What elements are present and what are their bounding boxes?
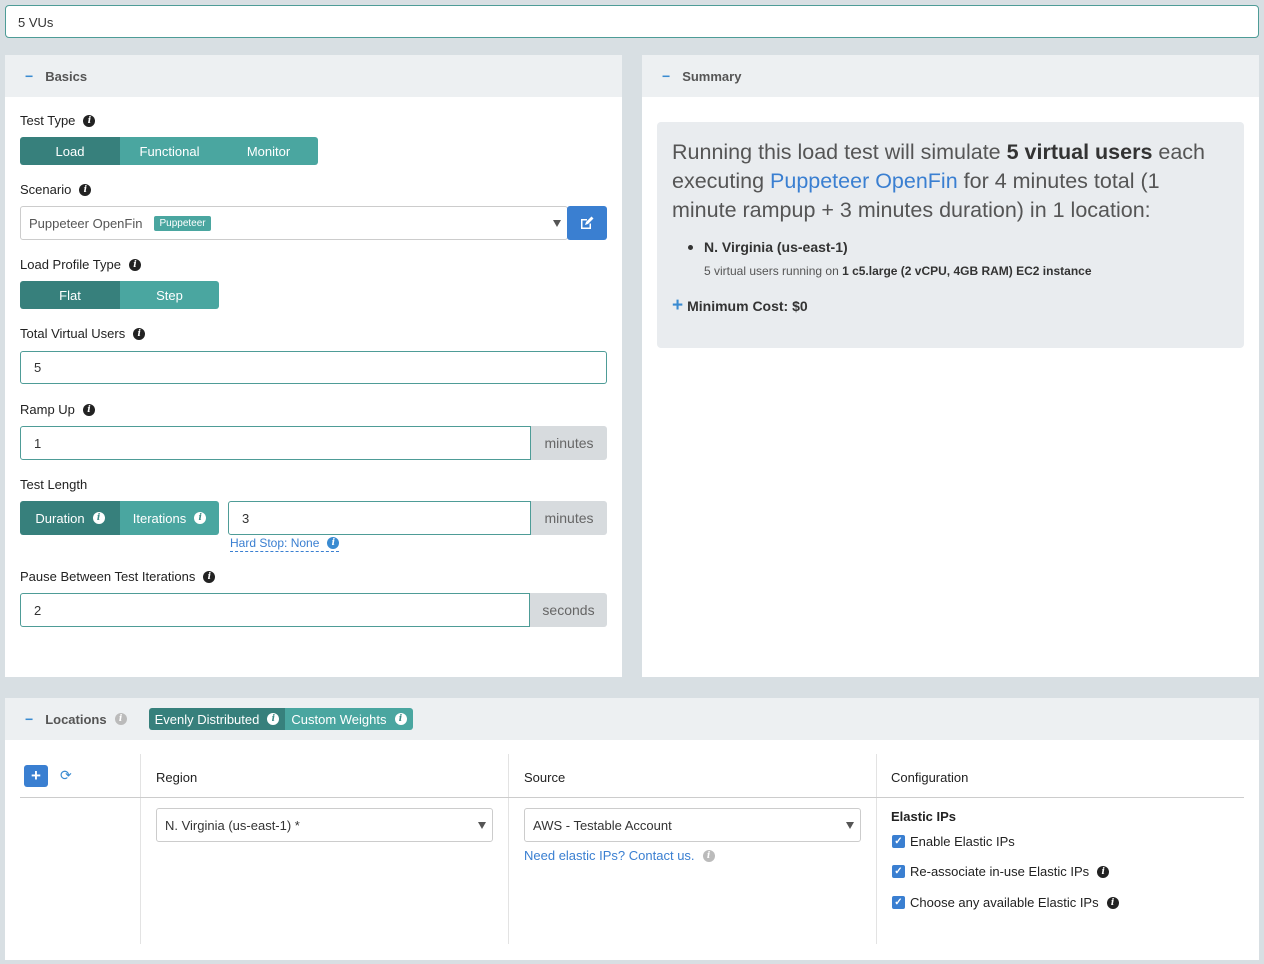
custom-weights-option[interactable]: Custom Weights i <box>285 708 413 730</box>
test-length-input[interactable]: 3 <box>228 501 531 535</box>
column-divider <box>876 754 877 944</box>
source-column-header: Source <box>524 770 566 785</box>
pause-label: Pause Between Test Iterations i <box>20 569 216 584</box>
info-icon[interactable]: i <box>82 403 95 416</box>
column-divider <box>140 754 141 944</box>
locations-panel: − Locations i Evenly Distributed i Custom… <box>5 698 1259 960</box>
scenario-select[interactable]: Puppeteer OpenFin Puppeteer <box>20 206 568 240</box>
source-select[interactable]: AWS - Testable Account <box>524 808 861 842</box>
locations-title: Locations <box>45 711 107 727</box>
refresh-icon[interactable]: ⟳ <box>60 767 72 784</box>
evenly-distributed-option[interactable]: Evenly Distributed i <box>148 708 286 730</box>
summary-header[interactable]: − Summary <box>642 55 1259 97</box>
test-type-selector: Load Functional Monitor <box>20 137 318 165</box>
test-length-label: Test Length <box>20 477 88 492</box>
edit-scenario-button[interactable] <box>567 206 607 240</box>
pause-input[interactable]: 2 <box>20 593 530 627</box>
info-icon[interactable]: i <box>1106 896 1119 909</box>
info-icon[interactable]: i <box>1097 865 1110 878</box>
info-icon[interactable]: i <box>83 114 96 127</box>
elastic-ips-title: Elastic IPs <box>891 809 957 824</box>
distribution-selector: Evenly Distributed i Custom Weights i <box>148 708 413 730</box>
info-icon[interactable]: i <box>702 849 715 862</box>
load-profile-label: Load Profile Type i <box>20 257 141 272</box>
test-length-selector: Duration i Iterations i <box>20 501 219 535</box>
summary-title: Summary <box>682 68 742 84</box>
choose-elastic-ips-checkbox[interactable]: ✓ Choose any available Elastic IPs i <box>892 895 1119 910</box>
test-name-input[interactable]: 5 VUs <box>5 5 1259 38</box>
checkbox-checked-icon[interactable]: ✓ <box>892 896 905 909</box>
info-icon[interactable]: i <box>128 258 141 271</box>
info-icon[interactable]: i <box>203 570 216 583</box>
column-divider <box>508 754 509 944</box>
collapse-icon[interactable]: − <box>662 68 670 84</box>
basics-panel: − Basics Test Type i Load Functional Moni… <box>5 55 622 677</box>
info-icon[interactable]: i <box>79 183 92 196</box>
add-location-button[interactable]: + <box>24 765 48 787</box>
info-icon[interactable]: i <box>133 327 146 340</box>
summary-panel: − Summary Running this load test will si… <box>642 55 1259 677</box>
plus-icon: + <box>672 295 684 316</box>
info-icon[interactable]: i <box>394 713 407 725</box>
info-icon[interactable]: i <box>92 512 105 524</box>
test-type-load[interactable]: Load <box>20 137 120 165</box>
locations-header[interactable]: − Locations i Evenly Distributed i Custom… <box>5 698 1259 740</box>
info-icon[interactable]: i <box>327 537 340 549</box>
collapse-icon[interactable]: − <box>25 711 33 727</box>
test-type-functional[interactable]: Functional <box>120 137 219 165</box>
pause-unit: seconds <box>530 593 607 627</box>
basics-header[interactable]: − Basics <box>5 55 622 97</box>
header-divider <box>20 797 1244 798</box>
scenario-link[interactable]: Puppeteer OpenFin <box>770 169 958 193</box>
chevron-down-icon <box>478 822 486 829</box>
info-icon[interactable]: i <box>267 713 280 725</box>
ramp-up-input[interactable]: 1 <box>20 426 531 460</box>
chevron-down-icon <box>846 822 854 829</box>
collapse-icon[interactable]: − <box>25 68 33 84</box>
scenario-type-badge: Puppeteer <box>154 215 211 231</box>
minimum-cost-toggle[interactable]: + Minimum Cost: $0 <box>672 295 1229 317</box>
test-type-label: Test Type i <box>20 113 96 128</box>
info-icon[interactable]: i <box>114 713 127 725</box>
scenario-label: Scenario i <box>20 182 92 197</box>
chevron-down-icon <box>553 220 561 227</box>
ramp-up-unit: minutes <box>531 426 607 460</box>
basics-title: Basics <box>45 68 88 84</box>
summary-box: Running this load test will simulate 5 v… <box>657 122 1244 348</box>
edit-icon <box>581 216 594 229</box>
load-profile-selector: Flat Step <box>20 281 219 309</box>
test-length-iterations[interactable]: Iterations i <box>120 501 219 535</box>
summary-location: N. Virginia (us-east-1) <box>688 239 1229 255</box>
info-icon[interactable]: i <box>194 512 207 524</box>
region-column-header: Region <box>156 770 198 785</box>
ramp-up-label: Ramp Up i <box>20 402 95 417</box>
summary-text: Running this load test will simulate 5 v… <box>672 140 1206 222</box>
checkbox-checked-icon[interactable]: ✓ <box>892 835 905 848</box>
region-select[interactable]: N. Virginia (us-east-1) * <box>156 808 493 842</box>
load-profile-flat[interactable]: Flat <box>20 281 120 309</box>
test-length-unit: minutes <box>531 501 607 535</box>
configuration-column-header: Configuration <box>891 770 969 785</box>
reassociate-elastic-ips-checkbox[interactable]: ✓ Re-associate in-use Elastic IPs i <box>892 864 1110 879</box>
test-length-duration[interactable]: Duration i <box>20 501 120 535</box>
test-type-monitor[interactable]: Monitor <box>219 137 318 165</box>
summary-location-detail: 5 virtual users running on 1 c5.large (2… <box>704 264 1092 278</box>
contact-us-link[interactable]: Need elastic IPs? Contact us. i <box>524 848 715 863</box>
enable-elastic-ips-checkbox[interactable]: ✓ Enable Elastic IPs <box>892 834 1015 849</box>
total-vus-label: Total Virtual Users i <box>20 326 146 341</box>
hard-stop-link[interactable]: Hard Stop: None i <box>230 536 340 552</box>
checkbox-checked-icon[interactable]: ✓ <box>892 865 905 878</box>
total-vus-input[interactable]: 5 <box>20 351 607 384</box>
load-profile-step[interactable]: Step <box>120 281 219 309</box>
